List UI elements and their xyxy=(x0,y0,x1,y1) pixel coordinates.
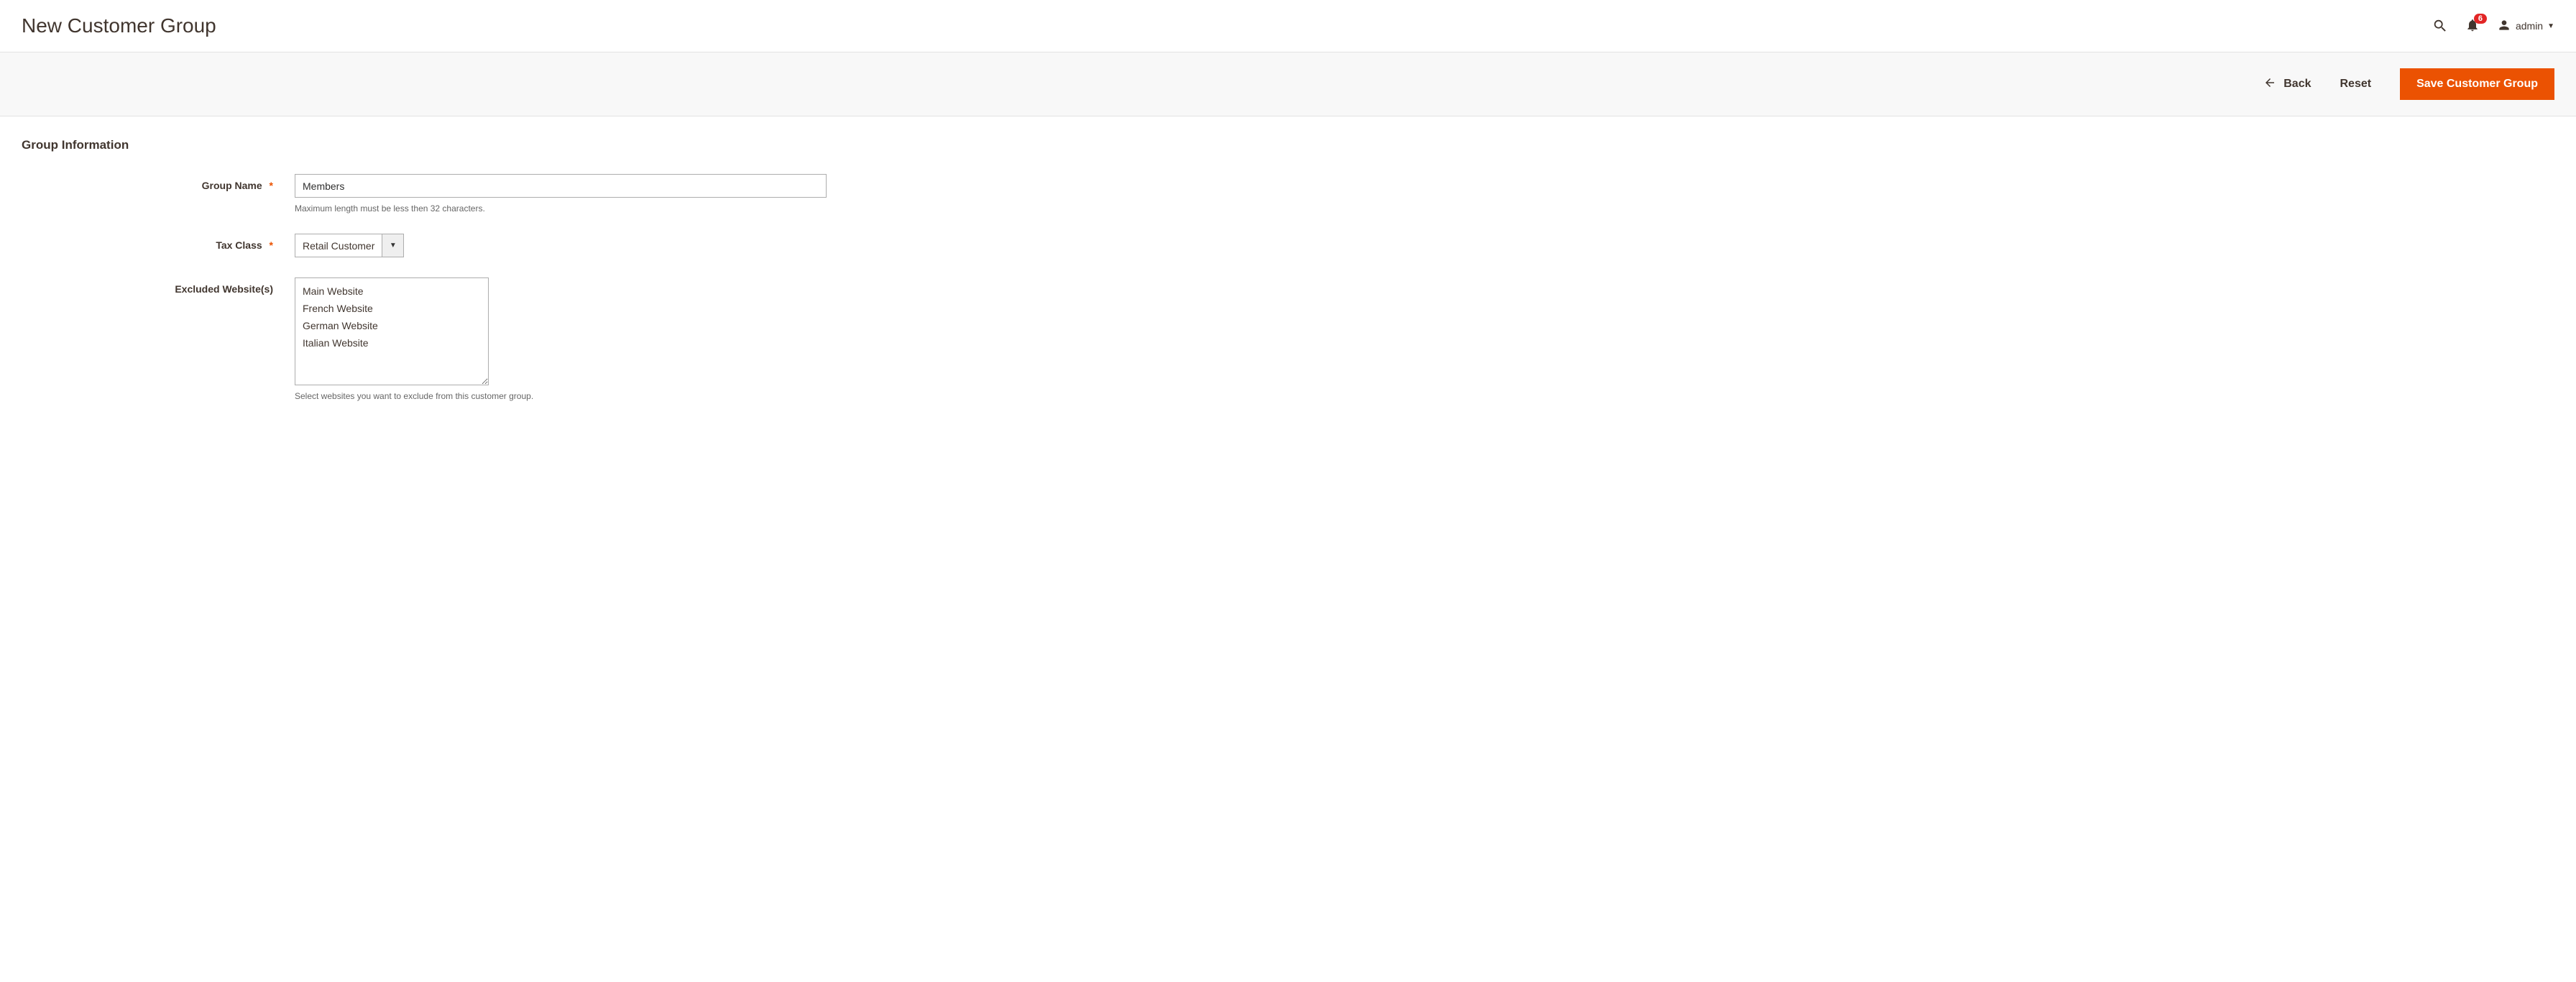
form-row-excluded-websites: Excluded Website(s) Main Website French … xyxy=(22,277,2554,401)
action-toolbar: Back Reset Save Customer Group xyxy=(0,52,2576,116)
arrow-left-icon xyxy=(2263,76,2276,93)
form-row-tax-class: Tax Class * Retail Customer ▼ xyxy=(22,234,2554,257)
notification-badge: 6 xyxy=(2474,14,2487,24)
user-menu[interactable]: admin ▼ xyxy=(2497,18,2554,35)
excluded-websites-multiselect[interactable]: Main Website French Website German Websi… xyxy=(295,277,489,385)
list-item[interactable]: French Website xyxy=(295,300,488,317)
form-row-group-name: Group Name * Maximum length must be less… xyxy=(22,174,2554,214)
tax-class-select[interactable]: Retail Customer ▼ xyxy=(295,234,404,257)
back-label: Back xyxy=(2283,78,2311,91)
required-asterisk: * xyxy=(270,180,273,191)
excluded-websites-helper: Select websites you want to exclude from… xyxy=(295,391,533,401)
tax-class-label: Tax Class * xyxy=(22,234,295,251)
reset-button[interactable]: Reset xyxy=(2340,78,2371,91)
save-customer-group-button[interactable]: Save Customer Group xyxy=(2400,68,2554,100)
excluded-websites-label: Excluded Website(s) xyxy=(22,277,295,295)
list-item[interactable]: German Website xyxy=(295,317,488,334)
required-asterisk: * xyxy=(270,239,273,251)
notifications-button[interactable]: 6 xyxy=(2465,18,2480,35)
group-name-helper: Maximum length must be less then 32 char… xyxy=(295,203,827,214)
header-actions: 6 admin ▼ xyxy=(2432,18,2554,35)
page-header: New Customer Group 6 admin ▼ xyxy=(0,0,2576,52)
group-name-input[interactable] xyxy=(295,174,827,198)
section-title: Group Information xyxy=(22,138,2554,152)
list-item[interactable]: Main Website xyxy=(295,283,488,300)
list-item[interactable]: Italian Website xyxy=(295,334,488,352)
chevron-down-icon: ▼ xyxy=(382,234,403,257)
user-name-label: admin xyxy=(2516,20,2543,32)
back-button[interactable]: Back xyxy=(2263,76,2311,93)
chevron-down-icon: ▼ xyxy=(2547,22,2554,30)
tax-class-value: Retail Customer xyxy=(295,234,382,257)
page-title: New Customer Group xyxy=(22,14,216,37)
search-icon[interactable] xyxy=(2432,18,2448,34)
content-area: Group Information Group Name * Maximum l… xyxy=(0,116,2576,443)
group-name-label: Group Name * xyxy=(22,174,295,191)
user-icon xyxy=(2497,18,2511,35)
